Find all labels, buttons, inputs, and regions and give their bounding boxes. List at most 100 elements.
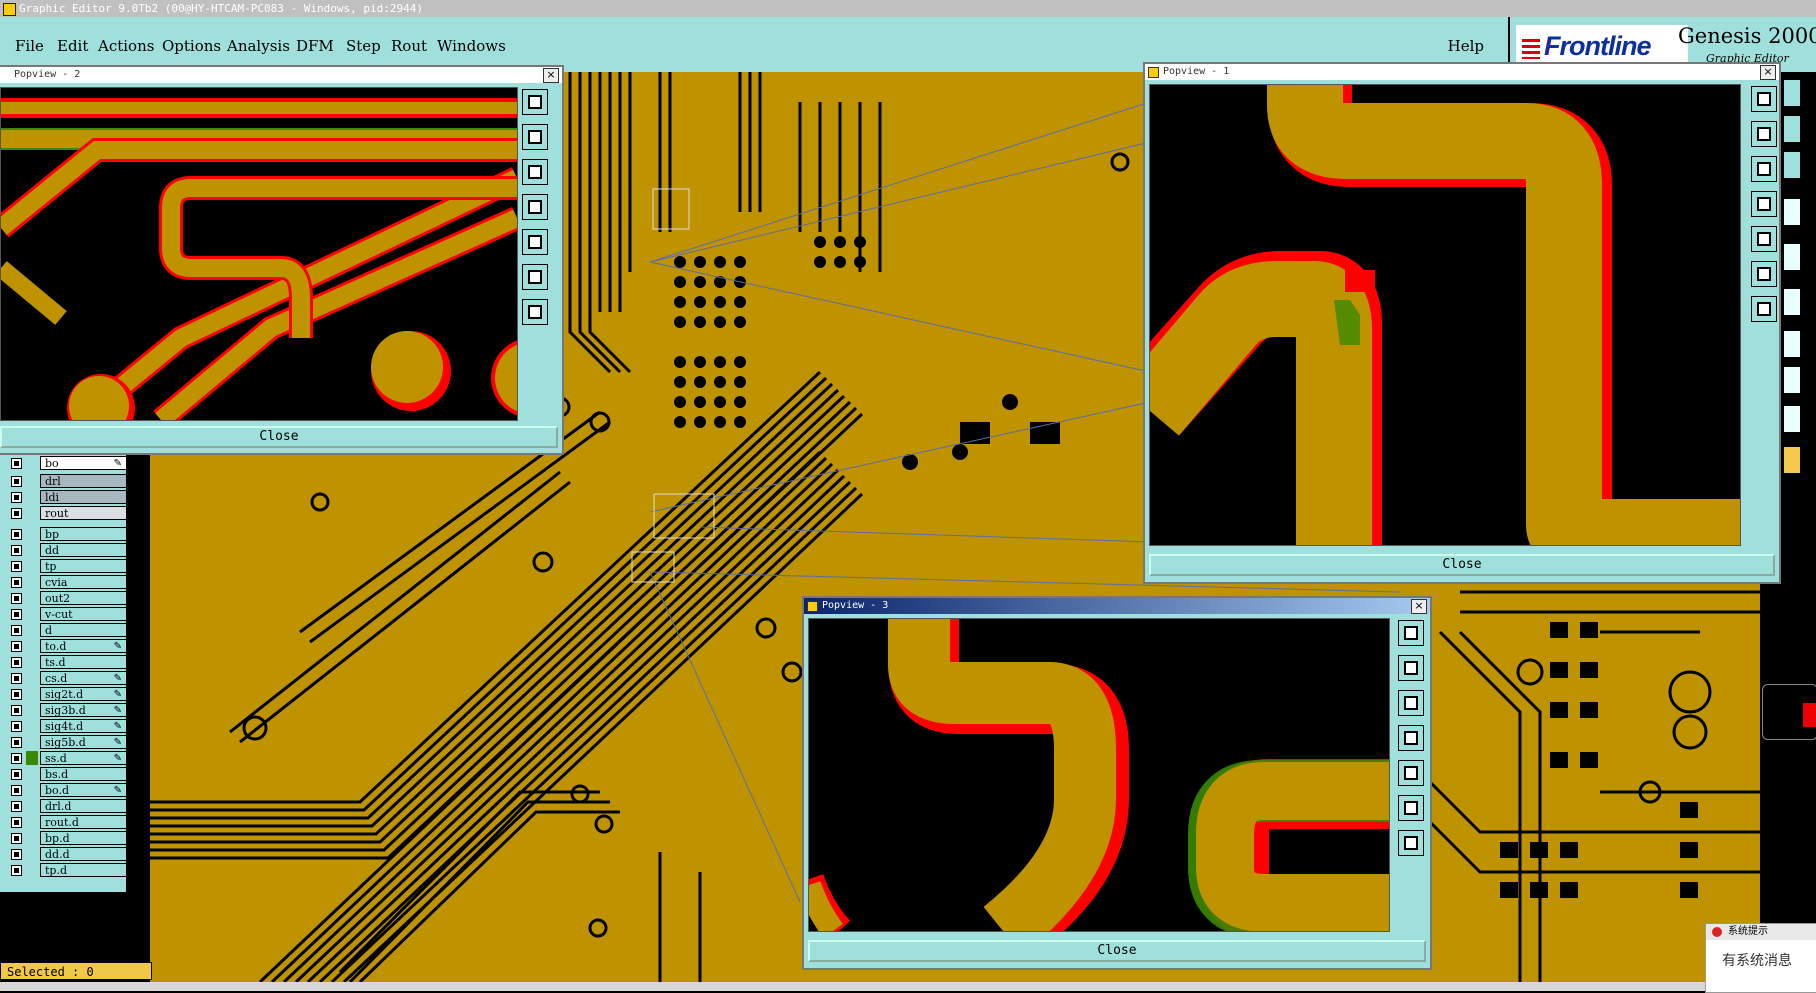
popview-2-zoom-in-button[interactable]: [522, 264, 548, 290]
menu-help[interactable]: Help: [1448, 37, 1484, 55]
layer-checkbox[interactable]: [11, 458, 22, 469]
layer-name[interactable]: bp: [40, 527, 127, 541]
layer-checkbox[interactable]: [11, 673, 22, 684]
layer-checkbox[interactable]: [11, 865, 22, 876]
layer-checkbox[interactable]: [11, 508, 22, 519]
layer-name[interactable]: bp.d: [40, 831, 127, 845]
popview-1-close-icon[interactable]: ×: [1760, 65, 1776, 80]
layer-row[interactable]: sig2t.d ✎: [4, 687, 127, 702]
layer-checkbox[interactable]: [11, 705, 22, 716]
popview-3-close-button[interactable]: Close: [808, 940, 1426, 962]
layer-row[interactable]: d: [4, 623, 127, 638]
popview-1-titlebar[interactable]: Popview - 1 ×: [1145, 64, 1779, 80]
layer-checkbox[interactable]: [11, 561, 22, 572]
layer-checkbox[interactable]: [11, 721, 22, 732]
layer-name[interactable]: to.d ✎: [40, 639, 127, 653]
menu-options[interactable]: Options: [162, 37, 221, 55]
layer-checkbox[interactable]: [11, 737, 22, 748]
layer-row[interactable]: dd: [4, 543, 127, 558]
popview-1-pan-down-button[interactable]: [1751, 156, 1777, 182]
layer-row[interactable]: dd.d: [4, 847, 127, 862]
layer-row[interactable]: ss.d ✎: [4, 751, 127, 766]
layer-name[interactable]: ldi: [40, 490, 127, 504]
layer-row[interactable]: sig5b.d ✎: [4, 735, 127, 750]
layer-checkbox[interactable]: [11, 476, 22, 487]
right-toolbar-button-10[interactable]: [1783, 446, 1801, 474]
popview-3-close-icon[interactable]: ×: [1411, 599, 1427, 614]
popview-2-pan-down-button[interactable]: [522, 159, 548, 185]
right-toolbar-button-8[interactable]: [1783, 366, 1801, 394]
layer-name[interactable]: cs.d ✎: [40, 671, 127, 685]
popview-3-zoom-out-button[interactable]: [1398, 830, 1424, 856]
popview-3-zoom-fit-button[interactable]: [1398, 620, 1424, 646]
popview-2-window[interactable]: Popview - 2 × Close: [0, 65, 564, 455]
popview-3-titlebar[interactable]: Popview - 3 ×: [804, 598, 1430, 614]
layer-checkbox[interactable]: [11, 801, 22, 812]
popview-2-pan-right-button[interactable]: [522, 229, 548, 255]
layer-row[interactable]: rout: [4, 506, 127, 521]
layer-checkbox[interactable]: [11, 593, 22, 604]
layer-checkbox[interactable]: [11, 625, 22, 636]
layer-row[interactable]: sig4t.d ✎: [4, 719, 127, 734]
layer-name[interactable]: dd: [40, 543, 127, 557]
layer-row[interactable]: ldi: [4, 490, 127, 505]
layer-checkbox[interactable]: [11, 657, 22, 668]
menu-actions[interactable]: Actions: [98, 37, 154, 55]
popview-1-close-button[interactable]: Close: [1149, 554, 1775, 576]
menu-step[interactable]: Step: [346, 37, 381, 55]
popview-1-zoom-in-button[interactable]: [1751, 261, 1777, 287]
layer-row[interactable]: cs.d ✎: [4, 671, 127, 686]
popview-2-close-button[interactable]: Close: [0, 426, 558, 448]
layer-checkbox[interactable]: [11, 849, 22, 860]
layer-row[interactable]: rout.d: [4, 815, 127, 830]
menu-edit[interactable]: Edit: [57, 37, 88, 55]
layer-row[interactable]: bo ✎: [4, 456, 127, 471]
layer-name[interactable]: sig2t.d ✎: [40, 687, 127, 701]
layer-row[interactable]: tp: [4, 559, 127, 574]
right-toolbar-button-1[interactable]: [1783, 79, 1801, 107]
right-toolbar-button-4[interactable]: [1783, 198, 1801, 226]
layer-name[interactable]: v-cut: [40, 607, 127, 621]
layer-row[interactable]: bo.d ✎: [4, 783, 127, 798]
layer-row[interactable]: cvia: [4, 575, 127, 590]
menu-windows[interactable]: Windows: [437, 37, 506, 55]
right-toolbar-button-7[interactable]: [1783, 330, 1801, 358]
layer-row[interactable]: drl: [4, 474, 127, 489]
layer-row[interactable]: ts.d: [4, 655, 127, 670]
layer-row[interactable]: bp.d: [4, 831, 127, 846]
layer-row[interactable]: sig3b.d ✎: [4, 703, 127, 718]
right-toolbar-button-9[interactable]: [1783, 405, 1801, 433]
layer-row[interactable]: to.d ✎: [4, 639, 127, 654]
layer-name[interactable]: tp: [40, 559, 127, 573]
popview-1-pan-right-button[interactable]: [1751, 226, 1777, 252]
right-toolbar-button-2[interactable]: [1783, 115, 1801, 143]
popview-3-pan-up-button[interactable]: [1398, 655, 1424, 681]
layer-name[interactable]: drl.d: [40, 799, 127, 813]
layer-name[interactable]: sig4t.d ✎: [40, 719, 127, 733]
layer-name[interactable]: tp.d: [40, 863, 127, 877]
popview-2-zoom-out-button[interactable]: [522, 299, 548, 325]
popview-3-zoom-in-button[interactable]: [1398, 795, 1424, 821]
layer-row[interactable]: bs.d: [4, 767, 127, 782]
popview-3-pan-left-button[interactable]: [1398, 725, 1424, 751]
layer-name[interactable]: d: [40, 623, 127, 637]
popview-2-pan-left-button[interactable]: [522, 194, 548, 220]
menu-dfm[interactable]: DFM: [296, 37, 334, 55]
popview-2-pan-up-button[interactable]: [522, 124, 548, 150]
popview-1-pan-up-button[interactable]: [1751, 121, 1777, 147]
popview-2-close-icon[interactable]: ×: [543, 68, 559, 83]
layer-name[interactable]: out2: [40, 591, 127, 605]
layer-checkbox[interactable]: [11, 689, 22, 700]
popview-2-view[interactable]: [0, 87, 518, 421]
popview-1-zoom-fit-button[interactable]: [1751, 86, 1777, 112]
right-toolbar-button-6[interactable]: [1783, 288, 1801, 316]
layer-checkbox[interactable]: [11, 785, 22, 796]
layer-checkbox[interactable]: [11, 609, 22, 620]
layer-checkbox[interactable]: [11, 492, 22, 503]
menu-rout[interactable]: Rout: [391, 37, 427, 55]
popview-1-view[interactable]: [1149, 84, 1741, 546]
layer-name[interactable]: ss.d ✎: [40, 751, 127, 765]
popview-3-pan-right-button[interactable]: [1398, 760, 1424, 786]
popview-3-pan-down-button[interactable]: [1398, 690, 1424, 716]
system-notification[interactable]: 系统提示 有系统消息: [1705, 923, 1816, 993]
